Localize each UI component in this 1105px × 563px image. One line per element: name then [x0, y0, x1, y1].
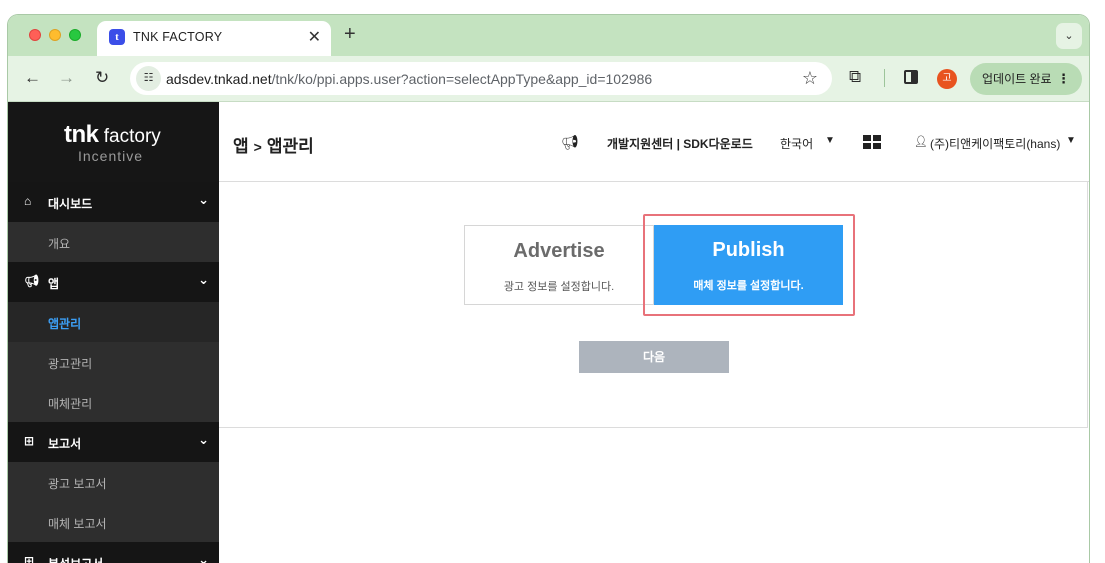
- minimize-window-button[interactable]: [49, 29, 61, 41]
- option-title: Advertise: [513, 240, 605, 262]
- bookmark-star-icon[interactable]: ☆: [802, 68, 818, 89]
- url-path: /tnk/ko/ppi.apps.user?action=selectAppTy…: [271, 71, 653, 87]
- site-info-icon[interactable]: ☷: [136, 66, 161, 91]
- sidebar-item-label: 매체관리: [48, 397, 93, 411]
- user-menu[interactable]: (주)티앤케이팩토리(hans): [930, 135, 1060, 152]
- sidebar-section-label: 분석보고서: [48, 555, 103, 563]
- sidebar-item-media-management[interactable]: 매체관리: [8, 382, 219, 422]
- brand-logo[interactable]: tnk factory Incentive: [8, 102, 219, 182]
- url-host: adsdev.tnkad.net: [166, 71, 272, 87]
- logo-rest: factory: [98, 126, 161, 147]
- sidebar-item-overview[interactable]: 개요: [8, 222, 219, 262]
- chevron-down-icon: ⌄: [198, 192, 209, 207]
- browser-window: t TNK FACTORY ✕ + ⌄ ← → ↻ ☷ adsdev.tnkad…: [8, 15, 1089, 563]
- breadcrumb-separator: >: [253, 139, 262, 155]
- sidebar: tnk factory Incentive ⌂ 대시보드 ⌄ 개요 📢︎ 앱 ⌄…: [8, 102, 219, 563]
- sidebar-item-ad-management[interactable]: 광고관리: [8, 342, 219, 382]
- option-subtitle: 광고 정보를 설정합니다.: [503, 281, 615, 293]
- web-page: tnk factory Incentive ⌂ 대시보드 ⌄ 개요 📢︎ 앱 ⌄…: [8, 102, 1089, 563]
- close-window-button[interactable]: [29, 29, 41, 41]
- sidebar-section-label: 대시보드: [48, 197, 93, 211]
- reload-icon[interactable]: ↻: [95, 68, 109, 88]
- side-panel-icon[interactable]: [904, 70, 918, 84]
- megaphone-icon[interactable]: 📢︎: [561, 134, 579, 151]
- sidebar-item-media-report[interactable]: 매체 보고서: [8, 502, 219, 542]
- selection-highlight: [643, 214, 855, 316]
- tab-close-icon[interactable]: ✕: [308, 27, 321, 47]
- chevron-down-icon: ⌄: [198, 272, 209, 287]
- breadcrumb: 앱 > 앱관리: [233, 132, 314, 157]
- sidebar-section-report[interactable]: ⊞ 보고서 ⌄: [8, 422, 219, 462]
- caret-down-icon[interactable]: ▼: [825, 135, 835, 146]
- chevron-down-icon: ⌄: [198, 552, 209, 563]
- tab-bar: t TNK FACTORY ✕ + ⌄: [8, 15, 1089, 56]
- sidebar-item-label: 매체 보고서: [48, 517, 107, 531]
- dev-center-link[interactable]: 개발지원센터 | SDK다운로드: [607, 135, 753, 152]
- sidebar-section-label: 보고서: [48, 437, 82, 451]
- user-icon: 👤︎: [914, 136, 928, 148]
- megaphone-icon: 📢︎: [24, 274, 40, 288]
- home-icon: ⌂: [24, 194, 32, 208]
- sidebar-item-app-management[interactable]: 앱관리: [8, 302, 219, 342]
- tab-search-button[interactable]: ⌄: [1056, 23, 1082, 49]
- sidebar-section-dashboard[interactable]: ⌂ 대시보드 ⌄: [8, 182, 219, 222]
- app-type-selection: Advertise 광고 정보를 설정합니다. Publish 매체 정보를 설…: [219, 182, 1088, 428]
- back-arrow-icon[interactable]: ←: [24, 68, 41, 88]
- logo-subtitle: Incentive: [78, 148, 144, 164]
- advertise-option[interactable]: Advertise 광고 정보를 설정합니다.: [464, 225, 654, 305]
- sidebar-item-label: 광고 보고서: [48, 477, 107, 491]
- breadcrumb-root[interactable]: 앱: [233, 137, 249, 156]
- page-header: 앱 > 앱관리 📢︎ 개발지원센터 | SDK다운로드 한국어 ▼ 👤︎ (주)티앤…: [219, 102, 1089, 182]
- sidebar-item-label: 광고관리: [48, 357, 93, 371]
- browser-toolbar: ← → ↻ ☷ adsdev.tnkad.net/tnk/ko/ppi.apps…: [8, 56, 1089, 102]
- maximize-window-button[interactable]: [69, 29, 81, 41]
- sidebar-item-label: 앱관리: [48, 317, 82, 331]
- address-bar[interactable]: ☷ adsdev.tnkad.net/tnk/ko/ppi.apps.user?…: [130, 62, 832, 95]
- breadcrumb-current: 앱관리: [266, 137, 314, 156]
- new-tab-button[interactable]: +: [344, 23, 356, 46]
- sidebar-section-app[interactable]: 📢︎ 앱 ⌄: [8, 262, 219, 302]
- sidebar-section-label: 앱: [48, 277, 60, 291]
- more-menu-icon[interactable]: ⋮: [1057, 63, 1070, 95]
- table-icon: ⊞: [24, 554, 35, 563]
- next-button[interactable]: 다음: [579, 341, 729, 373]
- update-button[interactable]: 업데이트 완료 ⋮: [970, 63, 1082, 95]
- grid-menu-icon[interactable]: [863, 135, 881, 150]
- update-label: 업데이트 완료: [982, 72, 1052, 86]
- browser-tab-active[interactable]: t TNK FACTORY ✕: [97, 21, 331, 56]
- sidebar-item-label: 개요: [48, 237, 71, 251]
- language-select[interactable]: 한국어: [780, 135, 813, 152]
- chevron-down-icon: ⌄: [198, 432, 209, 447]
- tab-title: TNK FACTORY: [133, 30, 223, 44]
- sidebar-section-analysis[interactable]: ⊞ 분석보고서 ⌄: [8, 542, 219, 563]
- forward-arrow-icon[interactable]: →: [58, 68, 75, 88]
- table-icon: ⊞: [24, 434, 35, 448]
- toolbar-divider: [884, 69, 885, 87]
- extensions-icon[interactable]: ⧉: [849, 67, 861, 87]
- caret-down-icon[interactable]: ▼: [1066, 135, 1076, 146]
- url-text[interactable]: adsdev.tnkad.net/tnk/ko/ppi.apps.user?ac…: [166, 71, 652, 87]
- logo-wordmark: tnk factory: [64, 121, 161, 149]
- sidebar-item-ad-report[interactable]: 광고 보고서: [8, 462, 219, 502]
- logo-bold: tnk: [64, 121, 99, 148]
- tab-favicon-icon: t: [109, 29, 125, 45]
- profile-avatar[interactable]: 고: [937, 69, 957, 89]
